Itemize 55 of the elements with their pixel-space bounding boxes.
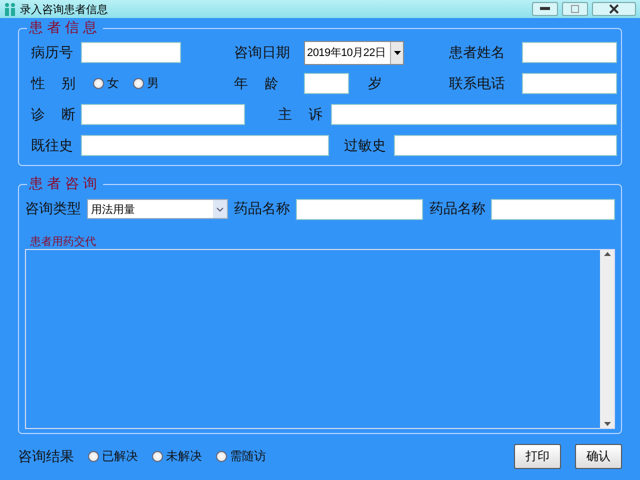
input-field[interactable] — [81, 135, 329, 156]
chevron-down-icon — [216, 206, 224, 212]
group-legend: 患者咨询 — [27, 175, 103, 193]
radio-button[interactable]: 需随访 — [216, 448, 266, 465]
input-field[interactable] — [304, 73, 349, 94]
field-label: 病历号 — [31, 44, 74, 62]
field-label: 咨询日期 — [234, 44, 291, 62]
notes-textarea[interactable] — [25, 249, 615, 429]
maximize-icon — [571, 5, 579, 13]
dropdown-arrow-icon — [394, 50, 400, 54]
field-label: 咨询类型 — [25, 200, 81, 218]
radio-icon — [88, 451, 99, 462]
radio-button[interactable]: 未解决 — [152, 448, 202, 465]
radio-icon — [93, 78, 104, 89]
radio-button[interactable]: 男 — [133, 75, 159, 92]
notes-legend: 患者用药交代 — [29, 235, 97, 249]
scroll-up-icon[interactable] — [604, 252, 610, 256]
radio-button[interactable]: 已解决 — [88, 448, 138, 465]
type-dropdown[interactable]: 用法用量 — [87, 199, 228, 219]
scroll-down-icon[interactable] — [604, 422, 610, 426]
input-field[interactable] — [296, 198, 424, 220]
close-button[interactable] — [592, 2, 636, 16]
date-picker[interactable]: 2019年10月22日 — [304, 40, 404, 64]
input-field[interactable] — [331, 104, 617, 125]
input-field[interactable] — [81, 42, 181, 63]
field-label: 药品名称 — [234, 200, 290, 218]
radio-icon — [133, 78, 144, 89]
scrollbar[interactable] — [600, 250, 614, 428]
action-button[interactable]: 确认 — [575, 444, 622, 469]
action-button[interactable]: 打印 — [514, 444, 561, 469]
input-field[interactable] — [81, 104, 245, 125]
radio-icon — [216, 451, 227, 462]
close-icon — [609, 4, 619, 14]
field-label: 联系电话 — [449, 74, 506, 92]
field-label: 过敏史 — [344, 136, 387, 154]
input-field[interactable] — [491, 198, 615, 220]
minimize-button[interactable] — [532, 2, 558, 16]
window-title: 录入咨询患者信息 — [20, 2, 109, 16]
group-legend: 患者信息 — [27, 19, 103, 37]
field-label: 诊 断 — [31, 106, 76, 124]
field-label: 性 别 — [31, 74, 76, 92]
field-label: 既往史 — [31, 136, 74, 154]
people-icon — [4, 2, 16, 16]
radio-button[interactable]: 女 — [93, 75, 119, 92]
minimize-icon — [540, 7, 550, 11]
unit-label: 岁 — [368, 74, 382, 92]
input-field[interactable] — [394, 135, 617, 156]
field-label: 主 诉 — [278, 106, 324, 124]
radio-icon — [152, 451, 163, 462]
field-label: 咨询结果 — [18, 448, 74, 466]
field-label: 患者姓名 — [449, 44, 506, 62]
input-field[interactable] — [522, 42, 617, 63]
field-label: 药品名称 — [429, 200, 486, 218]
input-field[interactable] — [522, 73, 617, 94]
field-label: 年 龄 — [234, 74, 280, 92]
